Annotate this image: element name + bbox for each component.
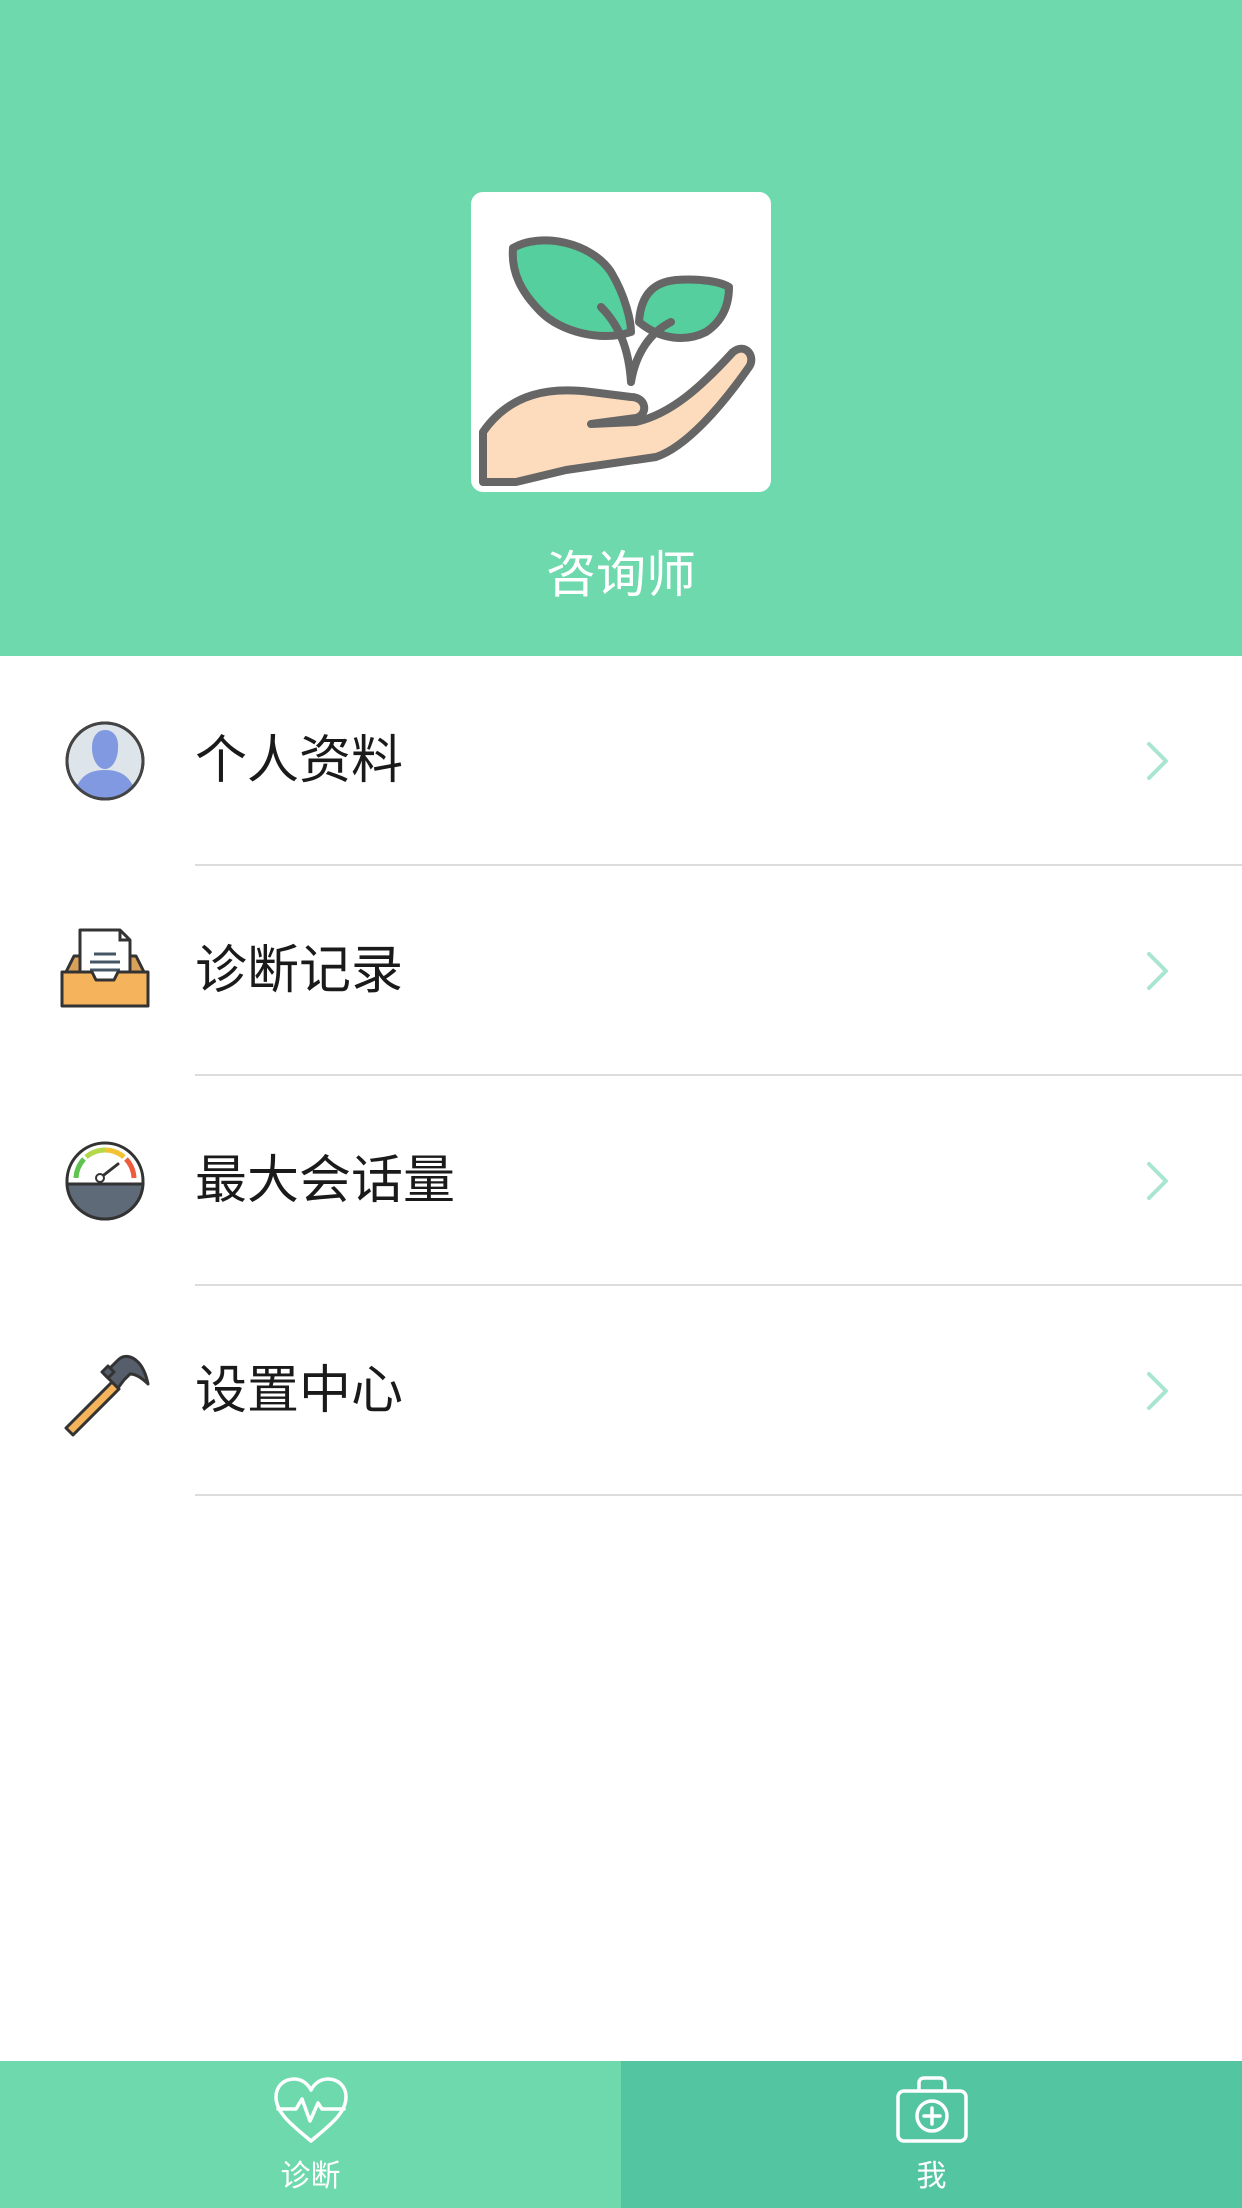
avatar[interactable] bbox=[471, 192, 771, 492]
menu-item-label: 设置中心 bbox=[195, 1361, 404, 1421]
hammer-icon bbox=[58, 1344, 152, 1438]
tab-label: 诊断 bbox=[280, 2159, 341, 2194]
user-avatar-icon bbox=[58, 714, 152, 808]
medical-kit-icon bbox=[896, 2076, 968, 2143]
tab-label: 我 bbox=[916, 2159, 947, 2194]
profile-page: 咨询师 个人资料 诊断记录 最大会话量 设置中心 诊断 我 bbox=[0, 0, 1242, 2208]
chevron-right-icon bbox=[1147, 1162, 1168, 1200]
menu-item-profile[interactable]: 个人资料 bbox=[0, 656, 1242, 866]
heart-pulse-icon bbox=[274, 2077, 348, 2143]
bottom-tab-bar: 诊断 我 bbox=[0, 2061, 1242, 2208]
chevron-right-icon bbox=[1147, 742, 1168, 780]
profile-header: 咨询师 bbox=[0, 0, 1242, 656]
document-tray-icon bbox=[58, 924, 152, 1018]
menu-item-diagnosis-records[interactable]: 诊断记录 bbox=[0, 866, 1242, 1076]
profile-name: 咨询师 bbox=[546, 546, 696, 604]
speedometer-icon bbox=[58, 1134, 152, 1228]
chevron-right-icon bbox=[1147, 1372, 1168, 1410]
menu-item-settings-center[interactable]: 设置中心 bbox=[0, 1286, 1242, 1496]
menu-item-label: 个人资料 bbox=[195, 731, 404, 791]
plant-in-hand-icon bbox=[479, 236, 756, 486]
divider bbox=[195, 1494, 1242, 1496]
tab-me[interactable]: 我 bbox=[621, 2061, 1242, 2208]
chevron-right-icon bbox=[1147, 952, 1168, 990]
menu-item-label: 最大会话量 bbox=[195, 1151, 456, 1211]
menu-item-label: 诊断记录 bbox=[195, 941, 404, 1001]
settings-menu: 个人资料 诊断记录 最大会话量 设置中心 bbox=[0, 656, 1242, 1496]
menu-item-max-sessions[interactable]: 最大会话量 bbox=[0, 1076, 1242, 1286]
tab-diagnosis[interactable]: 诊断 bbox=[0, 2061, 621, 2208]
